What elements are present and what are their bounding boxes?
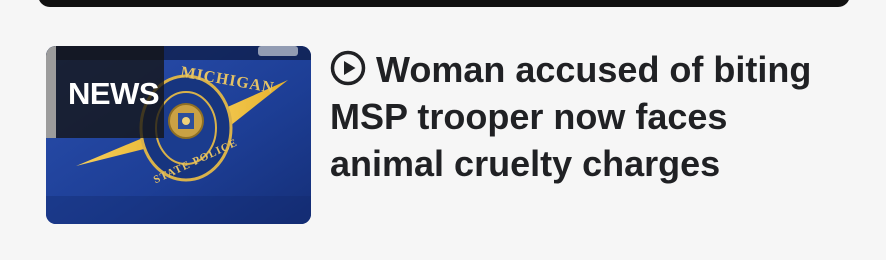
news-label: NEWS xyxy=(68,76,160,111)
story-thumbnail[interactable]: MICHIGAN STATE POLICE NEWS xyxy=(46,46,311,224)
news-feed: MICHIGAN STATE POLICE NEWS Woman accused… xyxy=(0,0,886,260)
story-card[interactable]: MICHIGAN STATE POLICE NEWS Woman accused… xyxy=(46,46,846,226)
story-headline-text: Woman accused of biting MSP trooper now … xyxy=(330,49,812,184)
previous-story-card-edge[interactable] xyxy=(38,0,850,7)
news-label-badge: NEWS xyxy=(46,46,164,138)
play-circle-icon xyxy=(330,50,366,86)
story-headline[interactable]: Woman accused of biting MSP trooper now … xyxy=(330,46,850,187)
